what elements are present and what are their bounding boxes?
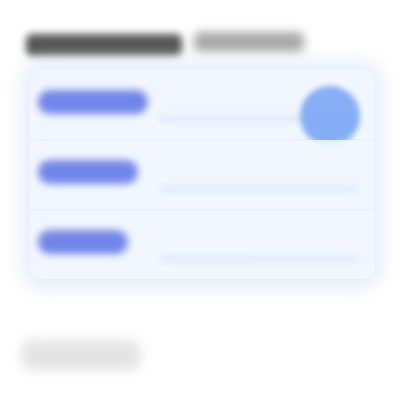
- list-item-label: [38, 230, 128, 254]
- list-item-text: [38, 230, 39, 231]
- list-item-text: [38, 90, 39, 91]
- list-item-label: [38, 160, 138, 184]
- list-item-text: [38, 160, 39, 161]
- list-item[interactable]: [30, 210, 374, 280]
- list-card: [30, 70, 374, 280]
- page-root: [0, 0, 400, 400]
- list-item-divider-line: [160, 255, 358, 263]
- page-title: [26, 34, 182, 56]
- page-subtitle: [194, 32, 304, 52]
- circle-action-button[interactable]: [300, 86, 360, 146]
- list-item[interactable]: [30, 70, 374, 146]
- list-item-divider-line: [160, 185, 358, 193]
- footer-label: [22, 340, 140, 370]
- header: [26, 22, 312, 56]
- list-item-label: [38, 90, 148, 114]
- list-item[interactable]: [30, 140, 374, 210]
